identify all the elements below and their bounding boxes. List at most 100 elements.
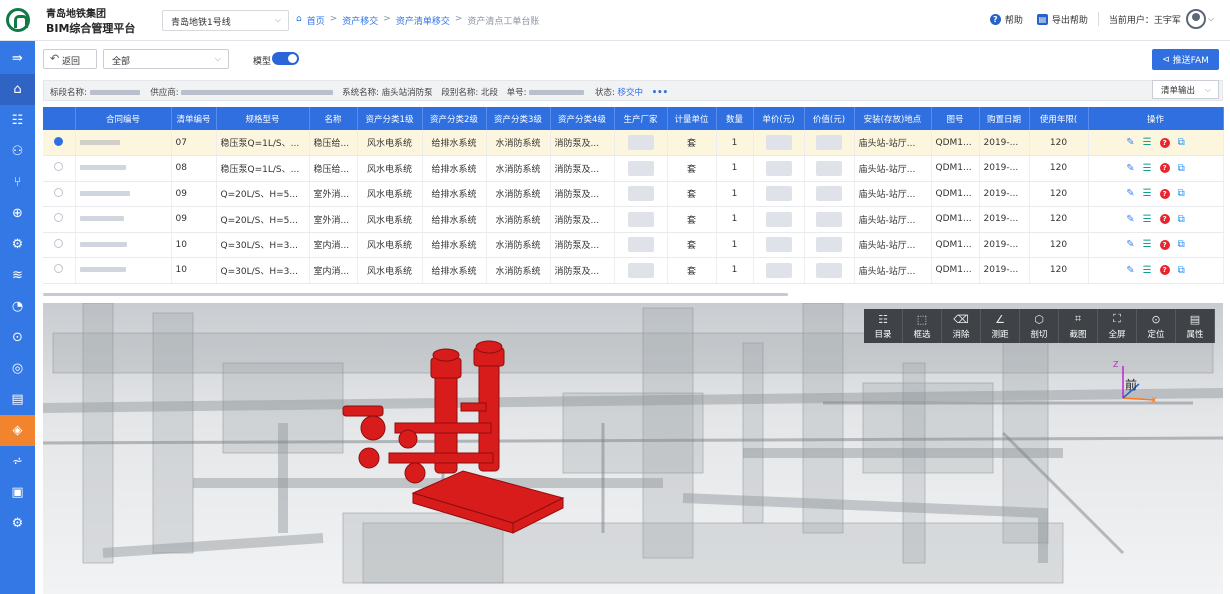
- chart-pie-icon[interactable]: ◔: [0, 291, 35, 322]
- question-icon[interactable]: ?: [1159, 188, 1170, 199]
- question-icon[interactable]: ?: [1159, 137, 1170, 148]
- radio-button[interactable]: [54, 162, 64, 172]
- question-icon[interactable]: ?: [1159, 239, 1170, 250]
- column-header[interactable]: 操作: [1088, 107, 1224, 130]
- checklist-icon[interactable]: ☰: [1143, 188, 1152, 199]
- structure-icon[interactable]: ☷: [0, 105, 35, 136]
- column-header[interactable]: 数量: [716, 107, 754, 130]
- target-icon[interactable]: ◎: [0, 353, 35, 384]
- status-filter-select[interactable]: 全部 ⌵: [103, 49, 229, 69]
- question-icon[interactable]: ?: [1159, 163, 1170, 174]
- column-header[interactable]: 价值(元): [804, 107, 855, 130]
- help-link[interactable]: 帮助: [1005, 13, 1023, 26]
- radio-button[interactable]: [54, 238, 64, 248]
- report-icon[interactable]: ⧉: [1178, 265, 1185, 276]
- column-header[interactable]: 资产分类1级: [357, 107, 423, 130]
- asset-icon[interactable]: ◈: [0, 415, 35, 446]
- column-header[interactable]: 规格型号: [216, 107, 310, 130]
- bim-model-viewer[interactable]: ☷ 目录 ⬚ 框选 ⌫ 消除 ∠ 测距 ⬡ 剖切 ⌗ 截图 ⛶ 全屏 ⊙ 定位 ▤ 属性 前 Z X: [43, 303, 1223, 594]
- report-icon[interactable]: ⧉: [1178, 137, 1185, 148]
- column-header[interactable]: 资产分类4级: [550, 107, 615, 130]
- model-toggle[interactable]: [272, 52, 299, 65]
- home-icon[interactable]: ⌂: [0, 74, 35, 105]
- attachment-icon[interactable]: ✎: [1126, 163, 1134, 174]
- attachment-icon[interactable]: ✎: [1126, 137, 1134, 148]
- breadcrumb-home[interactable]: 首页: [307, 14, 325, 27]
- view-cube[interactable]: 前 Z X: [1111, 360, 1159, 410]
- chevron-down-icon[interactable]: ⌵: [1208, 14, 1214, 24]
- column-header[interactable]: 生产厂家: [614, 107, 668, 130]
- radio-button[interactable]: [54, 136, 64, 146]
- column-header[interactable]: 图号: [931, 107, 980, 130]
- branch-icon[interactable]: ⑂: [0, 167, 35, 198]
- radio-button[interactable]: [54, 213, 64, 223]
- settings-icon[interactable]: ⚙: [0, 508, 35, 539]
- column-header[interactable]: 单价(元): [753, 107, 805, 130]
- document-icon[interactable]: ▤: [0, 384, 35, 415]
- question-icon[interactable]: ?: [1159, 265, 1170, 276]
- monitor-icon[interactable]: ⊕: [0, 198, 35, 229]
- line-chart-icon[interactable]: ⩫: [0, 446, 35, 477]
- export-help-icon[interactable]: ▤: [1036, 13, 1048, 25]
- column-header[interactable]: 使用年限(: [1029, 107, 1089, 130]
- sliders-icon[interactable]: ≋: [0, 260, 35, 291]
- report-icon[interactable]: ⧉: [1178, 163, 1185, 174]
- report-icon[interactable]: ⧉: [1178, 239, 1185, 250]
- table-row[interactable]: 09 Q=20L/S、H=5... 室外消... 风水电系统 给排水系统 水消防系统 消防泵…: [43, 181, 1224, 207]
- table-row[interactable]: 10 Q=30L/S、H=3... 室内消... 风水电系统 给排水系统 水消防系统 消防泵…: [43, 257, 1224, 284]
- horizontal-scrollbar[interactable]: [43, 293, 788, 296]
- column-header[interactable]: 资产分类2级: [422, 107, 487, 130]
- gear-node-icon[interactable]: ⚙: [0, 229, 35, 260]
- column-header[interactable]: 名称: [309, 107, 358, 130]
- column-header[interactable]: 合同编号: [75, 107, 172, 130]
- attachment-icon[interactable]: ✎: [1126, 265, 1134, 276]
- viewer-tool-button[interactable]: ⌫ 消除: [942, 309, 981, 343]
- radio-button[interactable]: [54, 264, 64, 274]
- card-icon[interactable]: ▣: [0, 477, 35, 508]
- checklist-icon[interactable]: ☰: [1143, 214, 1152, 225]
- export-list-button[interactable]: 清单输出 ⌵: [1152, 80, 1219, 99]
- viewer-tool-button[interactable]: ⛶ 全屏: [1098, 309, 1137, 343]
- checklist-icon[interactable]: ☰: [1143, 239, 1152, 250]
- breadcrumb-asset-list-transfer[interactable]: 资产清单移交: [396, 14, 450, 27]
- attachment-icon[interactable]: ✎: [1126, 239, 1134, 250]
- back-button[interactable]: 返回: [43, 49, 97, 69]
- table-row[interactable]: 10 Q=30L/S、H=3... 室内消... 风水电系统 给排水系统 水消防系统 消防泵…: [43, 232, 1224, 258]
- table-row[interactable]: 07 稳压泵Q=1L/S、... 稳压给... 风水电系统 给排水系统 水消防系统 消防泵及…: [43, 130, 1224, 156]
- home-icon[interactable]: ⌂: [296, 14, 302, 27]
- column-header[interactable]: 购置日期: [979, 107, 1030, 130]
- radio-button[interactable]: [54, 187, 64, 197]
- viewer-tool-button[interactable]: ⬚ 框选: [903, 309, 942, 343]
- nodes-icon[interactable]: ⚇: [0, 136, 35, 167]
- more-icon[interactable]: •••: [652, 88, 668, 98]
- checklist-icon[interactable]: ☰: [1143, 265, 1152, 276]
- column-header[interactable]: 资产分类3级: [486, 107, 551, 130]
- table-row[interactable]: 09 Q=20L/S、H=5... 室外消... 风水电系统 给排水系统 水消防系统 消防泵…: [43, 206, 1224, 233]
- menu-toggle-icon[interactable]: ⇛: [0, 43, 35, 74]
- column-header[interactable]: [43, 107, 76, 130]
- column-header[interactable]: 清单编号: [171, 107, 217, 130]
- checklist-icon[interactable]: ☰: [1143, 137, 1152, 148]
- checklist-icon[interactable]: ☰: [1143, 163, 1152, 174]
- report-icon[interactable]: ⧉: [1178, 214, 1185, 225]
- help-icon[interactable]: ?: [989, 13, 1001, 25]
- shield-icon[interactable]: ⊙: [0, 322, 35, 353]
- viewer-tool-button[interactable]: ⬡ 剖切: [1020, 309, 1059, 343]
- viewer-tool-button[interactable]: ▤ 属性: [1176, 309, 1215, 343]
- view-cube-face[interactable]: 前: [1125, 376, 1137, 393]
- breadcrumb-asset-transfer[interactable]: 资产移交: [342, 14, 378, 27]
- viewer-tool-button[interactable]: ☷ 目录: [864, 309, 903, 343]
- attachment-icon[interactable]: ✎: [1126, 214, 1134, 225]
- column-header[interactable]: 计量单位: [667, 107, 717, 130]
- metro-line-select[interactable]: 青岛地铁1号线 ⌵: [162, 10, 289, 31]
- viewer-tool-button[interactable]: ⊙ 定位: [1137, 309, 1176, 343]
- table-row[interactable]: 08 稳压泵Q=1L/S、... 稳压给... 风水电系统 给排水系统 水消防系统 消防泵及…: [43, 155, 1224, 182]
- attachment-icon[interactable]: ✎: [1126, 188, 1134, 199]
- question-icon[interactable]: ?: [1159, 214, 1170, 225]
- push-fam-button[interactable]: ⊲ 推送FAM: [1152, 49, 1219, 70]
- viewer-tool-button[interactable]: ∠ 测距: [981, 309, 1020, 343]
- report-icon[interactable]: ⧉: [1178, 188, 1185, 199]
- export-help-link[interactable]: 导出帮助: [1052, 13, 1088, 26]
- avatar[interactable]: [1185, 9, 1206, 29]
- viewer-tool-button[interactable]: ⌗ 截图: [1059, 309, 1098, 343]
